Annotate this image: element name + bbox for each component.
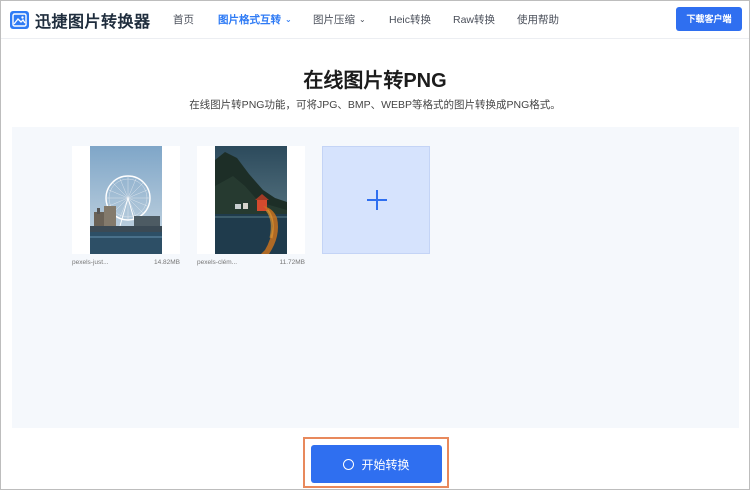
file-card[interactable]: pexels-just... 14.82MB — [72, 146, 180, 266]
nav-label: Raw转换 — [453, 14, 496, 26]
logo[interactable]: 迅捷图片转换器 — [10, 10, 151, 31]
logo-image-icon — [10, 11, 29, 29]
upload-area[interactable]: pexels-just... 14.82MB pexels-clém... 11… — [12, 127, 739, 428]
file-meta: pexels-clém... 11.72MB — [197, 259, 305, 266]
nav-item-format-convert[interactable]: 图片格式互转 ⌄ — [218, 12, 292, 27]
page-title: 在线图片转PNG — [303, 70, 447, 92]
file-name: pexels-just... — [72, 259, 109, 266]
logo-text: 迅捷图片转换器 — [35, 14, 151, 31]
nav-label: 使用帮助 — [517, 14, 559, 26]
ferris-wheel-photo — [90, 146, 162, 254]
file-thumbnail — [72, 146, 180, 254]
nav-item-compress[interactable]: 图片压缩 ⌄ — [313, 12, 366, 27]
nav-item-home[interactable]: 首页 — [173, 12, 194, 27]
app-window: 迅捷图片转换器 首页 图片格式互转 ⌄ 图片压缩 ⌄ Heic转换 Raw转换 使用… — [0, 0, 750, 490]
circle-icon — [343, 458, 355, 470]
nav-label: 图片格式互转 — [218, 14, 281, 26]
download-client-button[interactable]: 下载客户端 — [676, 7, 742, 31]
add-file-button[interactable] — [322, 146, 430, 254]
file-card[interactable]: pexels-clém... 11.72MB — [197, 146, 305, 266]
file-size: 11.72MB — [279, 259, 305, 266]
coastal-cliff-photo — [215, 146, 287, 254]
file-thumbnail — [197, 146, 305, 254]
nav-item-raw[interactable]: Raw转换 — [453, 12, 495, 27]
nav-item-help[interactable]: 使用帮助 — [517, 12, 559, 27]
file-name: pexels-clém... — [197, 259, 238, 266]
start-convert-button[interactable]: 开始转换 — [311, 445, 442, 483]
chevron-down-icon: ⌄ — [359, 15, 366, 24]
nav-item-heic[interactable]: Heic转换 — [389, 12, 431, 27]
file-meta: pexels-just... 14.82MB — [72, 259, 180, 266]
file-size: 14.82MB — [153, 259, 180, 266]
start-button-label: 开始转换 — [361, 457, 410, 472]
top-navbar: 迅捷图片转换器 首页 图片格式互转 ⌄ 图片压缩 ⌄ Heic转换 Raw转换 使用… — [1, 1, 749, 39]
nav-label: Heic转换 — [389, 14, 432, 26]
nav-label: 首页 — [173, 14, 194, 26]
nav-label: 图片压缩 — [313, 14, 355, 26]
page-subtitle: 在线图片转PNG功能，可将JPG、BMP、WEBP等格式的图片转换成PNG格式。 — [189, 99, 561, 111]
chevron-down-icon: ⌄ — [285, 15, 292, 24]
